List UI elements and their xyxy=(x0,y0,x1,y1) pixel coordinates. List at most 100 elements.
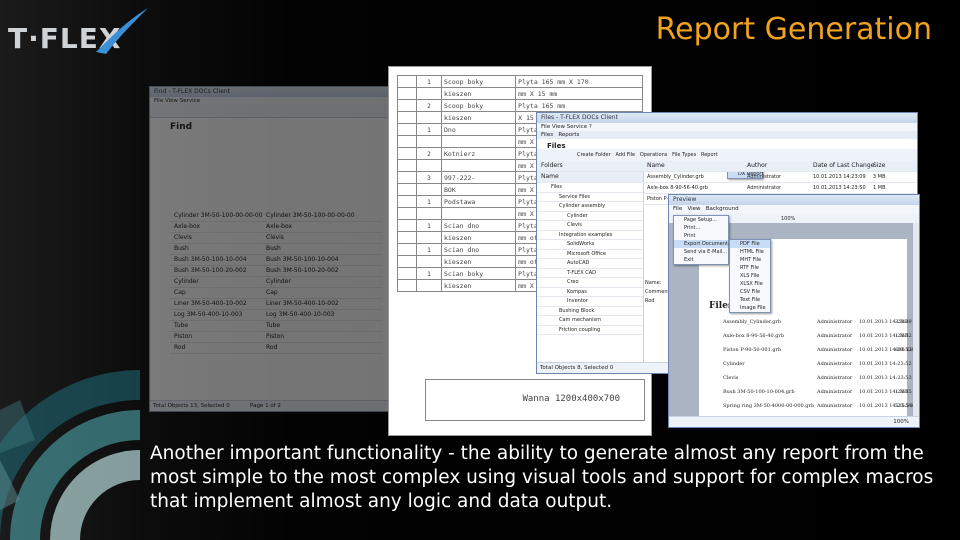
folder-tree-item[interactable]: Kompas xyxy=(537,288,643,297)
folder-tree-item[interactable]: Inventor xyxy=(537,297,643,307)
bom-empty-cell xyxy=(397,111,417,124)
find-result-item[interactable]: Cap xyxy=(170,288,262,299)
find-result-item[interactable]: Axle-box xyxy=(170,222,262,233)
file-menu-item[interactable]: Page Setup... xyxy=(674,216,728,224)
preview-result-item: Rod xyxy=(262,343,382,354)
bom-cell xyxy=(440,207,517,220)
bom-cell: Plyta 165 mm X 170 xyxy=(515,75,643,88)
preview-result-item: Bush xyxy=(262,244,382,255)
find-result-item[interactable]: Bush 3M-50-100-20-002 xyxy=(170,266,262,277)
bom-empty-cell xyxy=(397,267,417,280)
file-menu-item[interactable]: Export Document... xyxy=(674,240,733,248)
file-menu-item[interactable]: Print xyxy=(674,232,728,240)
export-menu-item[interactable]: PDF File xyxy=(730,240,770,248)
file-menu-item[interactable]: Exit xyxy=(674,256,728,264)
find-result-item[interactable]: Piston xyxy=(170,332,262,343)
export-menu-item[interactable]: MHT File xyxy=(730,256,770,264)
bom-cell: Kotnierz xyxy=(440,147,517,160)
bom-row: kieszen mm X 15 mm xyxy=(397,87,643,100)
folder-tree: Files Service Files Cylinder assembly Cylin… xyxy=(537,183,643,335)
folder-tree-item[interactable]: Cylinder assembly xyxy=(537,202,643,212)
bom-cell: 2 xyxy=(416,99,442,112)
folder-tree-item[interactable]: Clevis xyxy=(537,221,643,231)
find-result-item[interactable]: Bush xyxy=(170,244,262,255)
files-column-header[interactable]: Size xyxy=(873,161,903,171)
report-row: Cylinder Administrator 10.01.2013 14:23:52 xyxy=(719,361,919,375)
folder-tree-item[interactable]: AutoCAD xyxy=(537,259,643,269)
bom-cell xyxy=(416,231,442,244)
folder-tree-item[interactable]: T-FLEX CAD xyxy=(537,269,643,278)
file-menu-item[interactable]: Print... xyxy=(674,224,728,232)
folder-tree-item[interactable]: Files xyxy=(537,183,643,193)
report-cell: Axle-box 8-90-56-40.grb xyxy=(723,333,785,339)
file-menu-item[interactable]: Send via E-Mail... xyxy=(674,248,728,256)
find-result-item[interactable]: Tube xyxy=(170,321,262,332)
export-menu-item[interactable]: XLSX File xyxy=(730,280,770,288)
bom-empty-cell xyxy=(397,87,417,100)
preview-result-item: Clevis xyxy=(262,233,382,244)
preview-scrollbar[interactable] xyxy=(913,223,919,417)
find-result-item[interactable]: Clevis xyxy=(170,233,262,244)
export-menu-item[interactable]: HTML File xyxy=(730,248,770,256)
files-column-header[interactable]: Date of Last Change xyxy=(813,161,874,171)
bom-cell: kieszen xyxy=(440,231,517,244)
report-button[interactable]: Report xyxy=(701,152,718,158)
tab-files[interactable]: Files xyxy=(541,132,553,138)
preview-menu-background[interactable]: Background xyxy=(706,206,739,212)
report-cell: 690 KB xyxy=(895,347,914,353)
preview-result-item: Cylinder xyxy=(262,277,382,288)
bom-cell xyxy=(416,207,442,220)
folder-tree-item[interactable]: SolidWorks xyxy=(537,240,643,250)
find-result-item[interactable]: Rod xyxy=(170,343,262,354)
export-submenu: PDF File HTML File MHT File RTF File XLS Fil… xyxy=(729,239,771,313)
add-file-button[interactable]: Add File xyxy=(615,152,635,158)
bom-empty-cell xyxy=(397,183,417,196)
file-dropdown-menu: Page Setup... Print... Print Export Documen… xyxy=(673,215,733,265)
files-row[interactable]: Assembly_Cylinder.grb Administrator 10.01.… xyxy=(643,172,917,183)
slide-title: Report Generation xyxy=(655,12,932,47)
folder-tree-item[interactable]: Microsoft Office xyxy=(537,250,643,259)
bom-cell: mm X 15 mm xyxy=(515,87,643,100)
tab-reports[interactable]: Reports xyxy=(558,132,579,138)
create-folder-button[interactable]: Create Folder xyxy=(577,152,611,158)
find-result-item[interactable]: Bush 3M-50-100-10-004 xyxy=(170,255,262,266)
find-result-item[interactable]: Cylinder xyxy=(170,277,262,288)
bom-cell: 997-222- xyxy=(440,171,517,184)
files-window-menu: File View Service ? xyxy=(537,123,917,131)
bom-cell xyxy=(416,135,442,148)
export-menu-item[interactable]: Image File xyxy=(730,304,770,312)
export-menu-item[interactable]: RTF File xyxy=(730,264,770,272)
bom-cell: Scian dno xyxy=(440,219,517,232)
preview-result-item: Bush 3M-50-100-20-002 xyxy=(262,266,382,277)
preview-menu: File View Background xyxy=(669,205,919,213)
operations-button[interactable]: Operations xyxy=(640,152,668,158)
find-result-item[interactable]: Cylinder 3M-50-100-00-00-00 xyxy=(170,211,262,222)
export-menu-item[interactable]: XLS File xyxy=(730,272,770,280)
bom-empty-cell xyxy=(397,147,417,160)
folder-tree-item[interactable]: Bushing Block xyxy=(537,307,643,316)
files-column-header[interactable]: Name xyxy=(647,161,747,171)
export-menu-item[interactable]: Text File xyxy=(730,296,770,304)
preview-menu-file[interactable]: File xyxy=(673,206,682,212)
report-cell: 1 MB xyxy=(895,389,909,395)
export-menu-item[interactable]: CSV File xyxy=(730,288,770,296)
sheet-title-block: Wanna 1200x400x700 xyxy=(425,379,645,421)
file-types-button[interactable]: File Types xyxy=(672,152,696,158)
folder-tree-item[interactable]: Creo xyxy=(537,278,643,288)
bom-cell xyxy=(416,279,442,292)
bom-cell: Scian dno xyxy=(440,243,517,256)
folder-tree-item[interactable]: Service Files xyxy=(537,193,643,202)
folder-tree-item[interactable]: Cam mechanism xyxy=(537,316,643,326)
files-cell: 10.01.2013 14:23:50 xyxy=(813,185,866,191)
zoom-select[interactable]: 100% xyxy=(781,216,795,222)
preview-menu-view[interactable]: View xyxy=(687,206,700,212)
find-result-item[interactable]: Liner 3M-50-400-10-002 xyxy=(170,299,262,310)
files-row[interactable]: Axle-box 8-90-56-40.grb Administrator 10.0… xyxy=(643,183,917,194)
find-result-item[interactable]: Log 3M-50-400-10-003 xyxy=(170,310,262,321)
find-page-indicator: Page 1 of 2 xyxy=(250,403,281,409)
folder-tree-item[interactable]: Cylinder xyxy=(537,212,643,221)
files-column-header[interactable]: Author xyxy=(747,161,813,171)
folder-tree-item[interactable]: Integration examples xyxy=(537,231,643,240)
bom-cell xyxy=(416,87,442,100)
folder-tree-item[interactable]: Friction coupling xyxy=(537,326,643,335)
